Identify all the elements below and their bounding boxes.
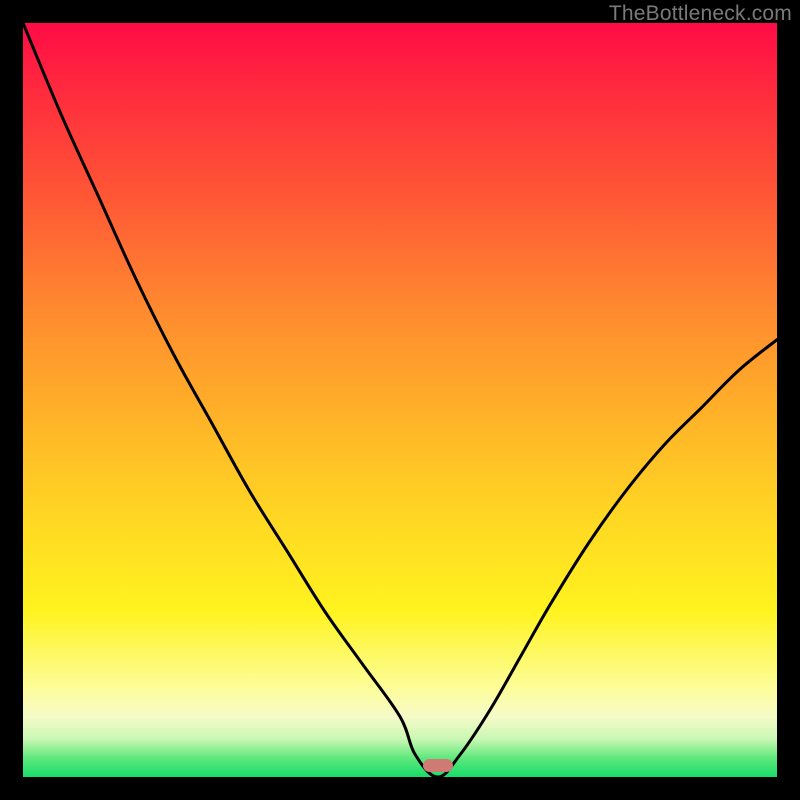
bottleneck-curve bbox=[23, 23, 777, 777]
plot-area bbox=[23, 23, 777, 777]
watermark-text: TheBottleneck.com bbox=[609, 2, 792, 26]
optimum-marker bbox=[423, 759, 453, 772]
chart-frame: TheBottleneck.com bbox=[0, 0, 800, 800]
